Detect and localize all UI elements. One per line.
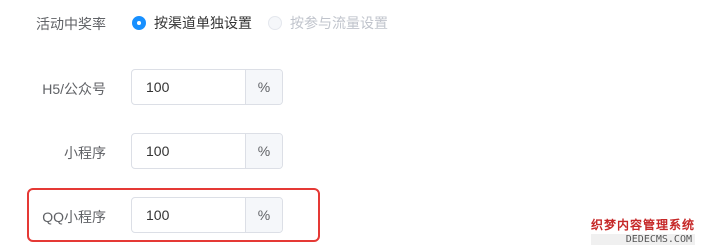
qq-mini-program-label: QQ小程序 [42,209,106,225]
radio-checked-icon [132,16,146,30]
radio-by-traffic[interactable]: 按参与流量设置 [268,13,388,33]
activity-rate-row: 活动中奖率 按渠道单独设置 按参与流量设置 [0,13,703,33]
radio-by-traffic-label: 按参与流量设置 [290,15,388,31]
h5-percent-suffix: % [245,70,282,104]
radio-unchecked-icon [268,16,282,30]
watermark-title: 织梦内容管理系统 [590,218,695,232]
mini-program-percent-suffix: % [245,134,282,168]
h5-label: H5/公众号 [42,81,106,97]
h5-rate-input[interactable] [132,70,245,104]
watermark: 织梦内容管理系统 DEDECMS.COM [590,216,695,245]
h5-row: H5/公众号 % [0,69,703,105]
mini-program-input-group: % [131,133,283,169]
activity-rate-radio-group: 按渠道单独设置 按参与流量设置 [132,13,404,33]
qq-mini-program-rate-input[interactable] [132,198,245,232]
mini-program-rate-input[interactable] [132,134,245,168]
activity-rate-label: 活动中奖率 [36,16,106,32]
mini-program-label: 小程序 [64,145,106,161]
h5-input-group: % [131,69,283,105]
qq-mini-program-percent-suffix: % [245,198,282,232]
radio-by-channel-label: 按渠道单独设置 [154,15,252,31]
qq-mini-program-input-group: % [131,197,283,233]
watermark-domain: DEDECMS.COM [590,234,695,245]
radio-by-channel[interactable]: 按渠道单独设置 [132,13,252,33]
mini-program-row: 小程序 % [0,133,703,169]
